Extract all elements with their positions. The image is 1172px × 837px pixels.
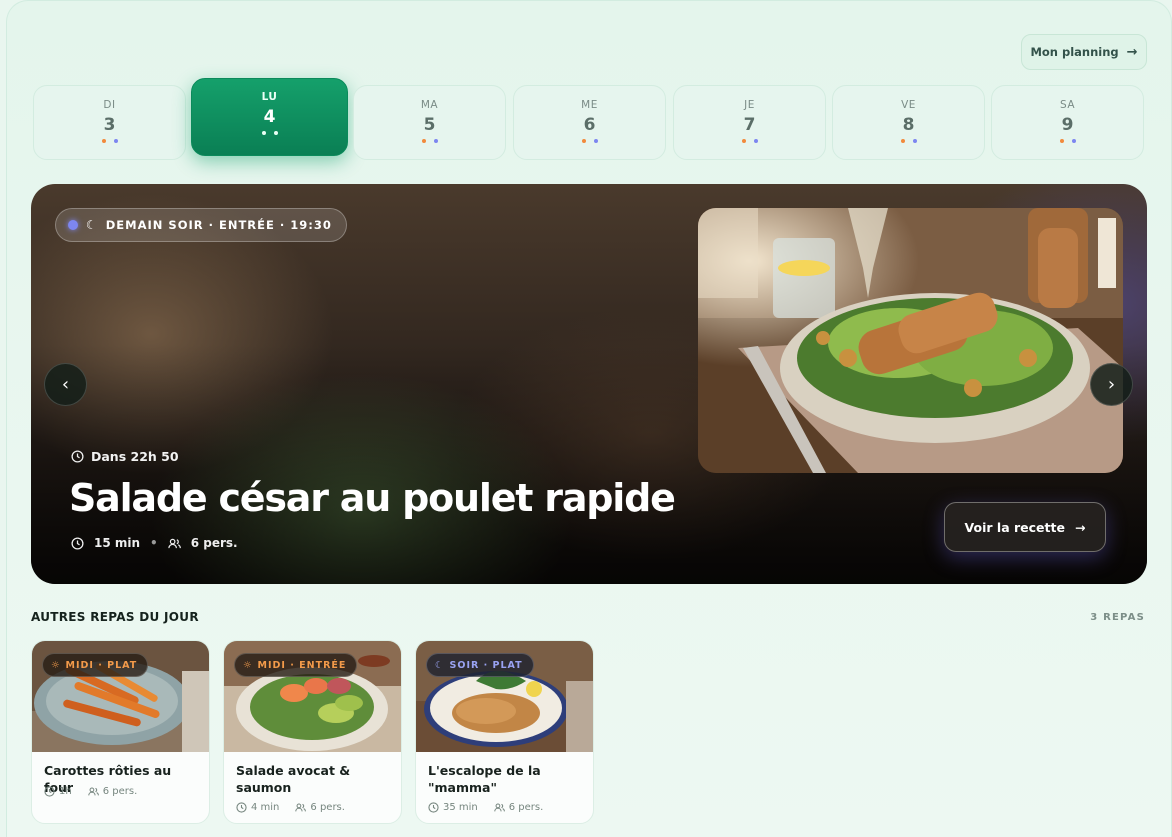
servings: 6 pers. — [190, 536, 238, 550]
meal-tag: ☼ MIDI · ENTRÉE — [234, 653, 358, 677]
clock-icon — [236, 802, 247, 813]
arrow-right-icon: → — [1126, 44, 1138, 60]
meal-card[interactable]: ☾ SOIR · PLAT L'escalope de la "mamma" 3… — [415, 640, 594, 824]
meal-meta: 35 min 6 pers. — [428, 802, 543, 813]
chevron-right-icon: › — [1107, 374, 1116, 395]
featured-meal-hero: ☾ DEMAIN SOIR · ENTRÉE · 19:30 ‹ › Dans … — [31, 184, 1147, 584]
day-name: MA — [420, 99, 439, 111]
hero-title: Salade césar au poulet rapide — [69, 476, 676, 520]
arrow-right-icon: → — [1074, 519, 1086, 535]
clock-icon — [44, 786, 55, 797]
people-icon — [295, 803, 307, 812]
day-sunday[interactable]: DI 3 — [33, 85, 186, 160]
meal-card[interactable]: ☼ MIDI · PLAT Carottes rôties au four 1h… — [31, 640, 210, 824]
section-title: AUTRES REPAS DU JOUR — [31, 610, 199, 624]
meal-count: 3 REPAS — [1090, 612, 1145, 623]
view-recipe-button[interactable]: Voir la recette → — [944, 502, 1106, 552]
day-name: LU — [261, 91, 278, 103]
hero-meta: 15 min • 6 pers. — [71, 536, 238, 550]
planning-button-label: Mon planning — [1030, 45, 1119, 59]
meal-meta: 4 min 6 pers. — [236, 802, 345, 813]
day-number: 3 — [103, 115, 116, 135]
meal-time-badge: ☾ DEMAIN SOIR · ENTRÉE · 19:30 — [55, 208, 347, 242]
meal-servings: 6 pers. — [508, 802, 544, 813]
meal-card[interactable]: ☼ MIDI · ENTRÉE Salade avocat & saumon 4… — [223, 640, 402, 824]
day-number: 5 — [423, 115, 436, 135]
caesar-salad-photo — [698, 208, 1123, 473]
meal-dots — [581, 139, 598, 143]
day-name: JE — [744, 99, 755, 111]
sun-icon: ☼ — [51, 659, 61, 671]
tag-label: SOIR · PLAT — [449, 659, 523, 671]
day-number: 6 — [583, 115, 596, 135]
tag-label: MIDI · PLAT — [65, 659, 138, 671]
day-name: DI — [103, 99, 116, 111]
clock-icon — [71, 450, 84, 463]
day-name: ME — [581, 99, 598, 111]
day-number: 4 — [263, 107, 276, 127]
people-icon — [494, 803, 505, 812]
day-thursday[interactable]: JE 7 — [673, 85, 826, 160]
meal-servings: 6 pers. — [310, 802, 345, 813]
badge-label: DEMAIN SOIR · ENTRÉE · 19:30 — [105, 218, 332, 232]
meal-dots — [741, 139, 758, 143]
app-window: Mon planning → DI 3 LU 4 MA 5 ME 6 JE 7 — [6, 0, 1172, 837]
separator: • — [150, 536, 158, 550]
clock-icon — [71, 536, 84, 550]
meal-time: 4 min — [251, 802, 280, 813]
sun-icon: ☼ — [243, 659, 253, 671]
meal-meta: 1h 6 pers. — [44, 786, 137, 797]
day-name: SA — [1059, 99, 1076, 111]
meal-dots — [101, 139, 118, 143]
day-monday[interactable]: LU 4 — [191, 78, 348, 156]
recipe-button-label: Voir la recette — [964, 519, 1065, 535]
day-friday[interactable]: VE 8 — [832, 85, 985, 160]
chevron-left-icon: ‹ — [61, 374, 70, 395]
meal-dots — [261, 131, 278, 135]
status-dot-icon — [68, 220, 78, 230]
day-selector: DI 3 LU 4 MA 5 ME 6 JE 7 VE 8 SA 9 — [33, 78, 1145, 161]
meal-dots — [1059, 139, 1076, 143]
day-wednesday[interactable]: ME 6 — [513, 85, 666, 160]
day-number: 8 — [902, 115, 915, 135]
meal-tag: ☾ SOIR · PLAT — [426, 653, 534, 677]
tag-label: MIDI · ENTRÉE — [257, 659, 347, 671]
meal-name: Salade avocat & saumon — [236, 763, 351, 795]
clock-icon — [428, 802, 439, 813]
day-saturday[interactable]: SA 9 — [991, 85, 1144, 160]
previous-button[interactable]: ‹ — [44, 363, 87, 406]
day-name: VE — [901, 99, 916, 111]
meal-time: 35 min — [443, 802, 478, 813]
people-icon — [87, 787, 99, 796]
day-number: 9 — [1061, 115, 1074, 135]
countdown: Dans 22h 50 — [71, 449, 179, 464]
meal-time: 1h — [59, 786, 72, 797]
meal-name: L'escalope de la "mamma" — [428, 763, 541, 795]
moon-icon: ☾ — [435, 659, 445, 671]
moon-icon: ☾ — [86, 218, 98, 232]
countdown-text: Dans 22h 50 — [91, 449, 179, 464]
next-button[interactable]: › — [1090, 363, 1133, 406]
meal-dots — [900, 139, 917, 143]
prep-time: 15 min — [94, 536, 141, 550]
people-icon — [168, 538, 181, 548]
day-tuesday[interactable]: MA 5 — [353, 85, 506, 160]
meal-servings: 6 pers. — [102, 786, 138, 797]
day-number: 7 — [743, 115, 756, 135]
meal-dots — [421, 139, 438, 143]
meal-tag: ☼ MIDI · PLAT — [42, 653, 149, 677]
my-planning-button[interactable]: Mon planning → — [1021, 34, 1147, 70]
